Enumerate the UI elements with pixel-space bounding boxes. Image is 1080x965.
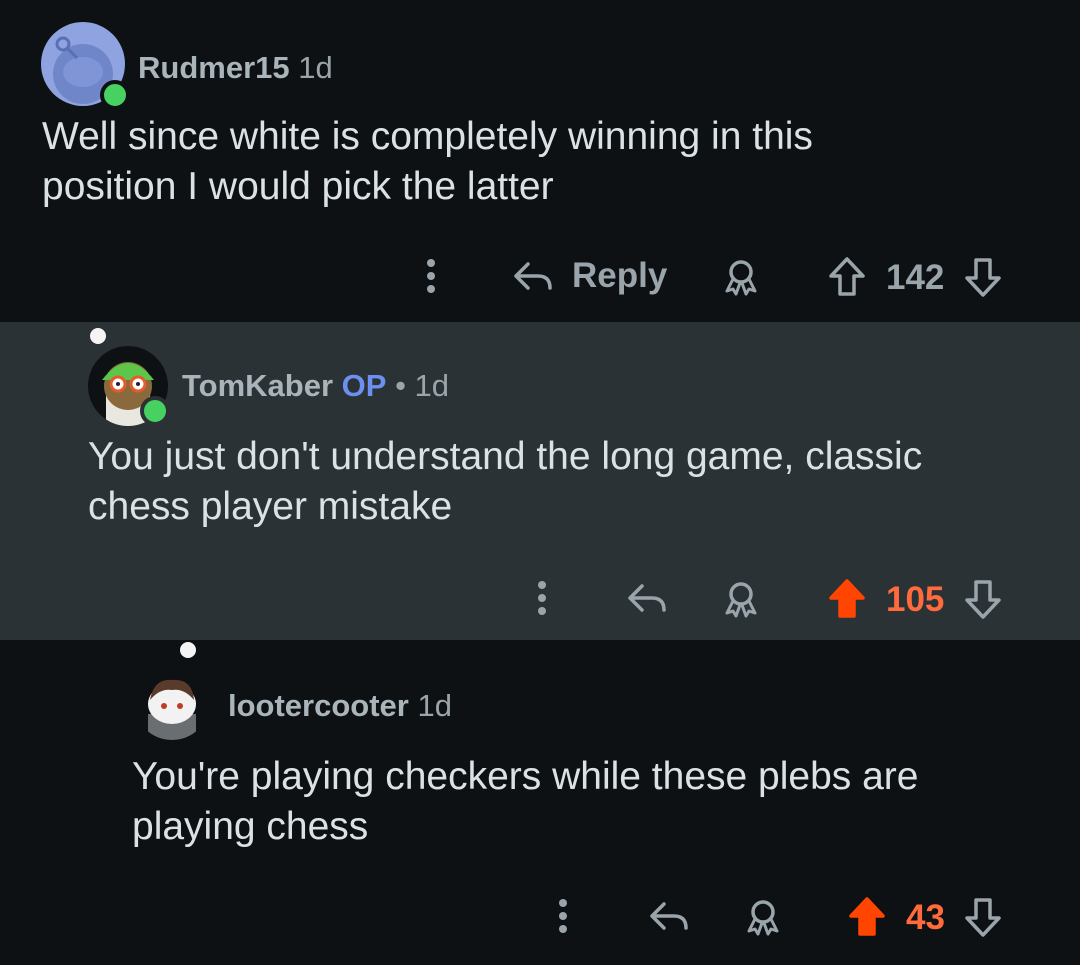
more-options-button[interactable]: [548, 896, 578, 936]
comment-body-line: Well since white is completely winning i…: [42, 115, 813, 158]
avatar[interactable]: [134, 664, 210, 740]
custom-avatar-icon: [148, 679, 196, 740]
downvote-arrow-icon: [965, 898, 1001, 937]
award-icon: [725, 582, 757, 618]
comment-body: You just don't understand the long game,…: [88, 432, 922, 532]
upvote-arrow-filled-icon: [849, 897, 885, 936]
downvote-button[interactable]: [962, 894, 1004, 940]
more-vertical-icon: [427, 259, 435, 293]
reply-arrow-icon: [514, 262, 552, 290]
reply-button[interactable]: [624, 576, 672, 620]
comment-body: You're playing checkers while these pleb…: [132, 752, 918, 852]
award-button[interactable]: [718, 254, 764, 300]
reply-button[interactable]: [646, 894, 694, 938]
online-status-dot: [140, 396, 170, 426]
reply-arrow-icon: [650, 902, 688, 930]
award-icon: [725, 260, 757, 296]
comment-meta: Rudmer15 1d: [138, 50, 333, 86]
reply-arrow-icon: [628, 584, 666, 612]
downvote-arrow-icon: [965, 580, 1001, 619]
upvote-button[interactable]: [846, 894, 888, 940]
vote-score: 142: [886, 258, 945, 297]
comment-body-line: You're playing checkers while these pleb…: [132, 755, 919, 798]
more-vertical-icon: [559, 899, 567, 933]
username[interactable]: lootercooter: [228, 688, 409, 723]
online-status-dot: [100, 80, 130, 110]
more-options-button[interactable]: [527, 578, 557, 618]
username[interactable]: Rudmer15: [138, 50, 290, 85]
more-vertical-icon: [538, 581, 546, 615]
comment-tomkaber: TomKaber OP • 1d You just don't understa…: [0, 322, 1080, 640]
upvote-arrow-icon: [829, 257, 865, 296]
timestamp: 1d: [417, 688, 452, 723]
comment-lootercooter: lootercooter 1d You're playing checkers …: [0, 640, 1080, 965]
award-icon: [747, 900, 779, 936]
reply-label: Reply: [572, 256, 668, 295]
upvote-arrow-filled-icon: [829, 579, 865, 618]
comment-body-line: chess player mistake: [88, 485, 453, 528]
op-badge: OP: [341, 368, 387, 403]
comment-body: Well since white is completely winning i…: [42, 112, 813, 212]
comment-body-line: playing chess: [132, 805, 369, 848]
comment-meta: TomKaber OP • 1d: [182, 368, 449, 404]
comment-meta: lootercooter 1d: [228, 688, 452, 724]
comment-body-line: position I would pick the latter: [42, 165, 554, 208]
antenna-ball: [90, 328, 106, 344]
upvote-button[interactable]: [826, 576, 868, 622]
separator-dot: •: [395, 368, 406, 403]
upvote-button[interactable]: [826, 254, 868, 300]
vote-score: 43: [906, 898, 945, 937]
timestamp: 1d: [414, 368, 450, 403]
award-button[interactable]: [718, 576, 764, 622]
more-options-button[interactable]: [416, 256, 446, 296]
comment-body-line: You just don't understand the long game,…: [88, 435, 923, 478]
downvote-button[interactable]: [962, 576, 1004, 622]
vote-score: 105: [886, 580, 945, 619]
award-button[interactable]: [740, 894, 786, 940]
timestamp: 1d: [298, 50, 333, 85]
antenna-ball: [180, 642, 196, 658]
username[interactable]: TomKaber: [182, 368, 333, 403]
reply-button[interactable]: Reply: [512, 252, 672, 300]
downvote-arrow-icon: [965, 258, 1001, 297]
comment-rudmer15: Rudmer15 1d Well since white is complete…: [0, 0, 1080, 322]
downvote-button[interactable]: [962, 254, 1004, 300]
